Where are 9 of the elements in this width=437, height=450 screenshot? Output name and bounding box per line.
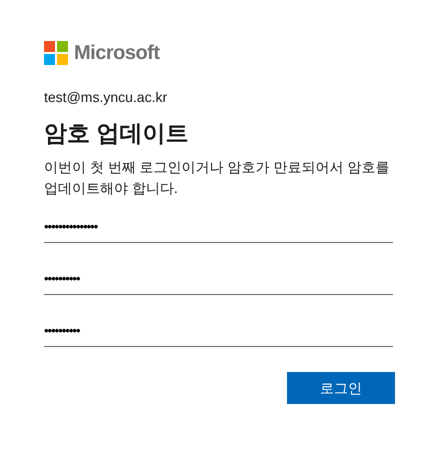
password-field[interactable]: •••••••••••••••: [44, 207, 393, 243]
logo-icon: [44, 41, 68, 65]
page-title: 암호 업데이트: [44, 119, 190, 148]
description: 이번이 첫 번째 로그인이거나 암호가 만료되어서 암호를 업데이트해야 합니다.: [44, 158, 390, 198]
password-field[interactable]: ••••••••••: [44, 259, 393, 295]
logo-text: Microsoft: [74, 43, 160, 63]
password-field[interactable]: ••••••••••: [44, 311, 393, 347]
account-email: test@ms.yncu.ac.kr: [44, 88, 168, 107]
login-button[interactable]: 로그인: [287, 372, 395, 404]
